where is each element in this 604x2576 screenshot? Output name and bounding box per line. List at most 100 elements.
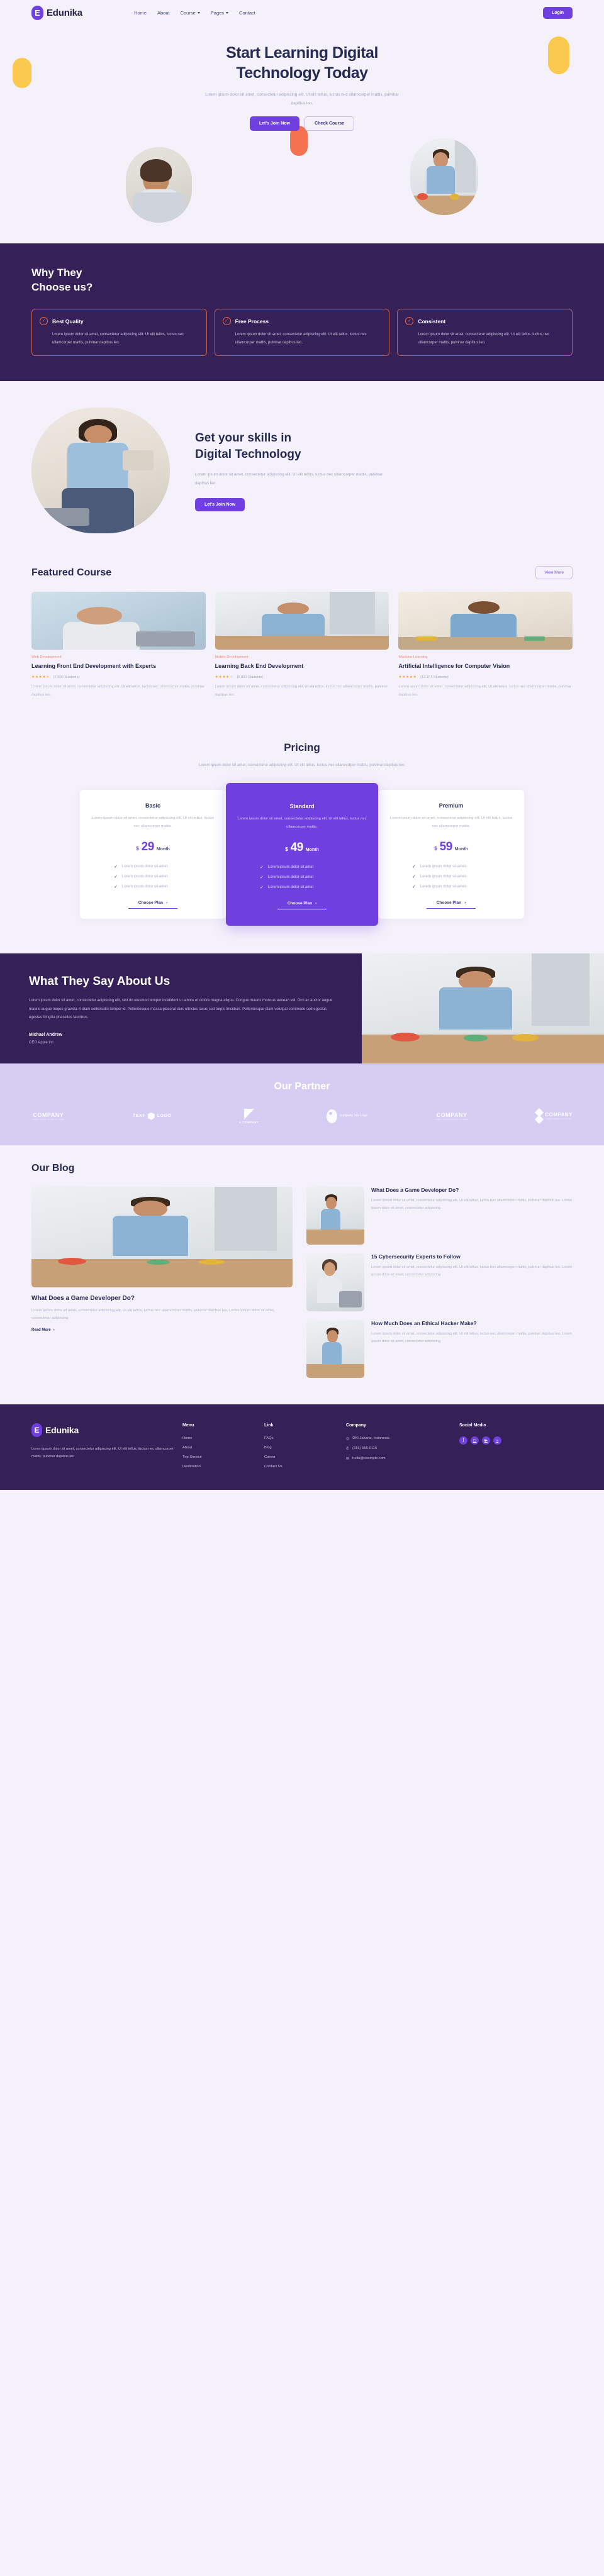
footer-link-faqs[interactable]: FAQs <box>264 1436 274 1440</box>
nav-label: About <box>157 9 170 16</box>
footer-link-career[interactable]: Career <box>264 1455 276 1459</box>
site-footer: E Edunika Lorem ipsum dolor sit amet, co… <box>0 1404 604 1490</box>
footer-company-column: Company ◎ DKI Jakarta, Indonesia ✆ (316) 5… <box>346 1423 459 1468</box>
plan-feature-label: Lorem ipsum dolor sit amet <box>267 875 314 880</box>
partner-logo-name: COMPANY <box>33 1111 64 1118</box>
why-choose-us-section: Why They Choose us? ✓ Best Quality Lorem… <box>0 243 604 382</box>
login-button[interactable]: Login <box>542 6 573 19</box>
hero-join-button[interactable]: Let's Join Now <box>249 116 300 131</box>
footer-link-home[interactable]: Home <box>182 1436 192 1440</box>
why-card-title: Free Process <box>235 318 269 325</box>
youtube-icon[interactable]: ▶ <box>482 1436 490 1445</box>
blog-item-desc: Lorem ipsum dolor sit amet, consectetur … <box>371 1331 573 1343</box>
plan-price: $ 29 Month <box>90 840 216 854</box>
blog-list-item[interactable]: How Much Does an Ethical Hacker Make? Lo… <box>306 1319 573 1378</box>
pricing-section: Pricing Lorem ipsum dolor sit amet, cons… <box>0 723 604 954</box>
why-card: ✓ Best Quality Lorem ipsum dolor sit ame… <box>31 309 207 357</box>
read-more-button[interactable]: Read More › <box>31 1328 55 1332</box>
choose-plan-label: Choose Plan <box>436 901 462 906</box>
choose-plan-button[interactable]: Choose Plan › <box>426 901 476 909</box>
course-rating: ★★★★★ (8.800 Students) <box>215 675 389 680</box>
testimonial-copy: What They Say About Us Lorem ipsum dolor… <box>0 953 362 1063</box>
pricing-title: Pricing <box>284 741 320 753</box>
blog-item-title: 15 Cybersecurity Experts to Follow <box>371 1253 461 1260</box>
brand-logo[interactable]: E Edunika <box>31 5 82 20</box>
pricing-subtitle: Lorem ipsum dolor sit amet, consectetur … <box>198 762 406 767</box>
featured-course-section: Featured Course View More Web Developmen… <box>0 562 604 724</box>
footer-link-trip-service[interactable]: Trip Service <box>182 1455 202 1459</box>
nav-item-pages[interactable]: Pages <box>211 10 229 16</box>
choose-plan-button[interactable]: Choose Plan › <box>128 901 178 909</box>
plan-currency: $ <box>285 847 288 853</box>
plan-feature: ✓ Lorem ipsum dolor sit amet <box>260 885 313 890</box>
nav-item-about[interactable]: About <box>157 10 170 16</box>
view-more-button[interactable]: View More <box>535 566 573 580</box>
partner-logos: COMPANY LOREM IPSUM DOLOR SIT AMET TEXT L… <box>31 1108 573 1124</box>
why-card-text: Lorem ipsum dolor sit amet, consectetur … <box>235 333 367 345</box>
nav-item-course[interactable]: Course <box>181 10 200 16</box>
skills-text: Lorem ipsum dolor sit amet, consectetur … <box>195 472 383 486</box>
plan-feature: ✓ Lorem ipsum dolor sit amet <box>114 864 167 869</box>
blog-title: Our Blog <box>31 1162 75 1174</box>
linkedin-icon[interactable]: in <box>493 1436 501 1445</box>
footer-link-blog[interactable]: Blog <box>264 1446 272 1450</box>
instagram-icon[interactable]: ▢ <box>471 1436 479 1445</box>
logo-mark-icon: E <box>31 5 43 20</box>
nav-item-contact[interactable]: Contact <box>239 10 255 16</box>
plan-amount: 59 <box>439 840 453 854</box>
blog-layout: What Does a Game Developer Do? Lorem ips… <box>31 1186 573 1378</box>
plan-description: Lorem ipsum dolor sit amet, consectetur … <box>237 817 367 829</box>
plan-feature: ✓ Lorem ipsum dolor sit amet <box>412 874 466 879</box>
footer-link-contact-us[interactable]: Contact Us <box>264 1465 282 1468</box>
course-title: Learning Front End Development with Expe… <box>31 663 157 670</box>
choose-plan-button[interactable]: Choose Plan › <box>277 901 327 910</box>
footer-link-about[interactable]: About <box>182 1446 192 1450</box>
pricing-plans: Basic Lorem ipsum dolor sit amet, consec… <box>31 783 573 926</box>
nav-label: Contact <box>239 9 255 16</box>
course-card[interactable]: Machine Learning Artificial Intelligence… <box>398 592 573 698</box>
plan-feature-label: Lorem ipsum dolor sit amet <box>420 875 466 879</box>
partner-logo: COMPANY LOREM IPSUM DOLOR SIT <box>535 1108 573 1124</box>
facebook-icon[interactable]: f <box>459 1436 467 1445</box>
partner-logo-name: A COMPANY <box>238 1120 259 1124</box>
plan-amount: 29 <box>141 840 155 854</box>
partner-logo-text-left: TEXT <box>132 1114 145 1119</box>
hero-title-line1: Start Learning Digital <box>226 44 378 62</box>
partner-logo-name: COMPANY <box>436 1111 467 1118</box>
choose-plan-label: Choose Plan <box>287 901 313 906</box>
logo-mark-icon: E <box>31 1423 42 1437</box>
why-card: ✓ Free Process Lorem ipsum dolor sit ame… <box>214 309 390 357</box>
check-icon: ✓ <box>114 885 118 890</box>
plan-feature: ✓ Lorem ipsum dolor sit amet <box>412 884 466 889</box>
partner-logo-tagline: LOREM IPSUM DOLOR SIT AMET <box>435 1118 469 1121</box>
why-title: Why They Choose us? <box>31 266 573 295</box>
course-card[interactable]: Mobile Development Learning Back End Dev… <box>215 592 389 698</box>
footer-company-email[interactable]: ✉ hello@example.com <box>346 1457 459 1461</box>
course-category: Mobile Development <box>215 655 249 660</box>
skills-join-button[interactable]: Let's Join Now <box>195 497 245 511</box>
footer-social-heading: Social Media <box>459 1423 486 1428</box>
footer-company-phone[interactable]: ✆ (316) 555-0116 <box>346 1446 459 1451</box>
blog-list-item[interactable]: 15 Cybersecurity Experts to Follow Lorem… <box>306 1253 573 1311</box>
choose-plan-label: Choose Plan <box>138 901 164 906</box>
course-category: Web Development <box>31 655 62 660</box>
partners-section: Our Partner COMPANY LOREM IPSUM DOLOR SIT… <box>0 1063 604 1145</box>
course-thumbnail <box>215 592 389 650</box>
course-category: Machine Learning <box>398 655 428 660</box>
course-card[interactable]: Web Development Learning Front End Devel… <box>31 592 206 698</box>
blog-featured-post[interactable]: What Does a Game Developer Do? Lorem ips… <box>31 1186 293 1378</box>
nav-item-home[interactable]: Home <box>134 10 147 16</box>
partner-logo: Company Text Logo <box>326 1109 367 1123</box>
footer-logo[interactable]: E Edunika <box>31 1423 182 1437</box>
footer-menu-column: Menu Home About Trip Service Destination <box>182 1423 264 1468</box>
check-icon: ✓ <box>260 865 264 870</box>
blog-list-item[interactable]: What Does a Game Developer Do? Lorem ips… <box>306 1186 573 1245</box>
partners-title: Our Partner <box>274 1080 330 1092</box>
footer-link-destination[interactable]: Destination <box>182 1465 201 1468</box>
chevron-right-icon: › <box>166 901 168 906</box>
hero-check-course-button[interactable]: Check Course <box>305 116 355 131</box>
brand-name: Edunika <box>47 7 82 18</box>
pricing-plan-premium: Premium Lorem ipsum dolor sit amet, cons… <box>378 790 524 919</box>
footer-link-column: Link FAQs Blog Career Contact Us <box>264 1423 346 1468</box>
skills-section: Get your skills in Digital Technology Lo… <box>0 381 604 563</box>
